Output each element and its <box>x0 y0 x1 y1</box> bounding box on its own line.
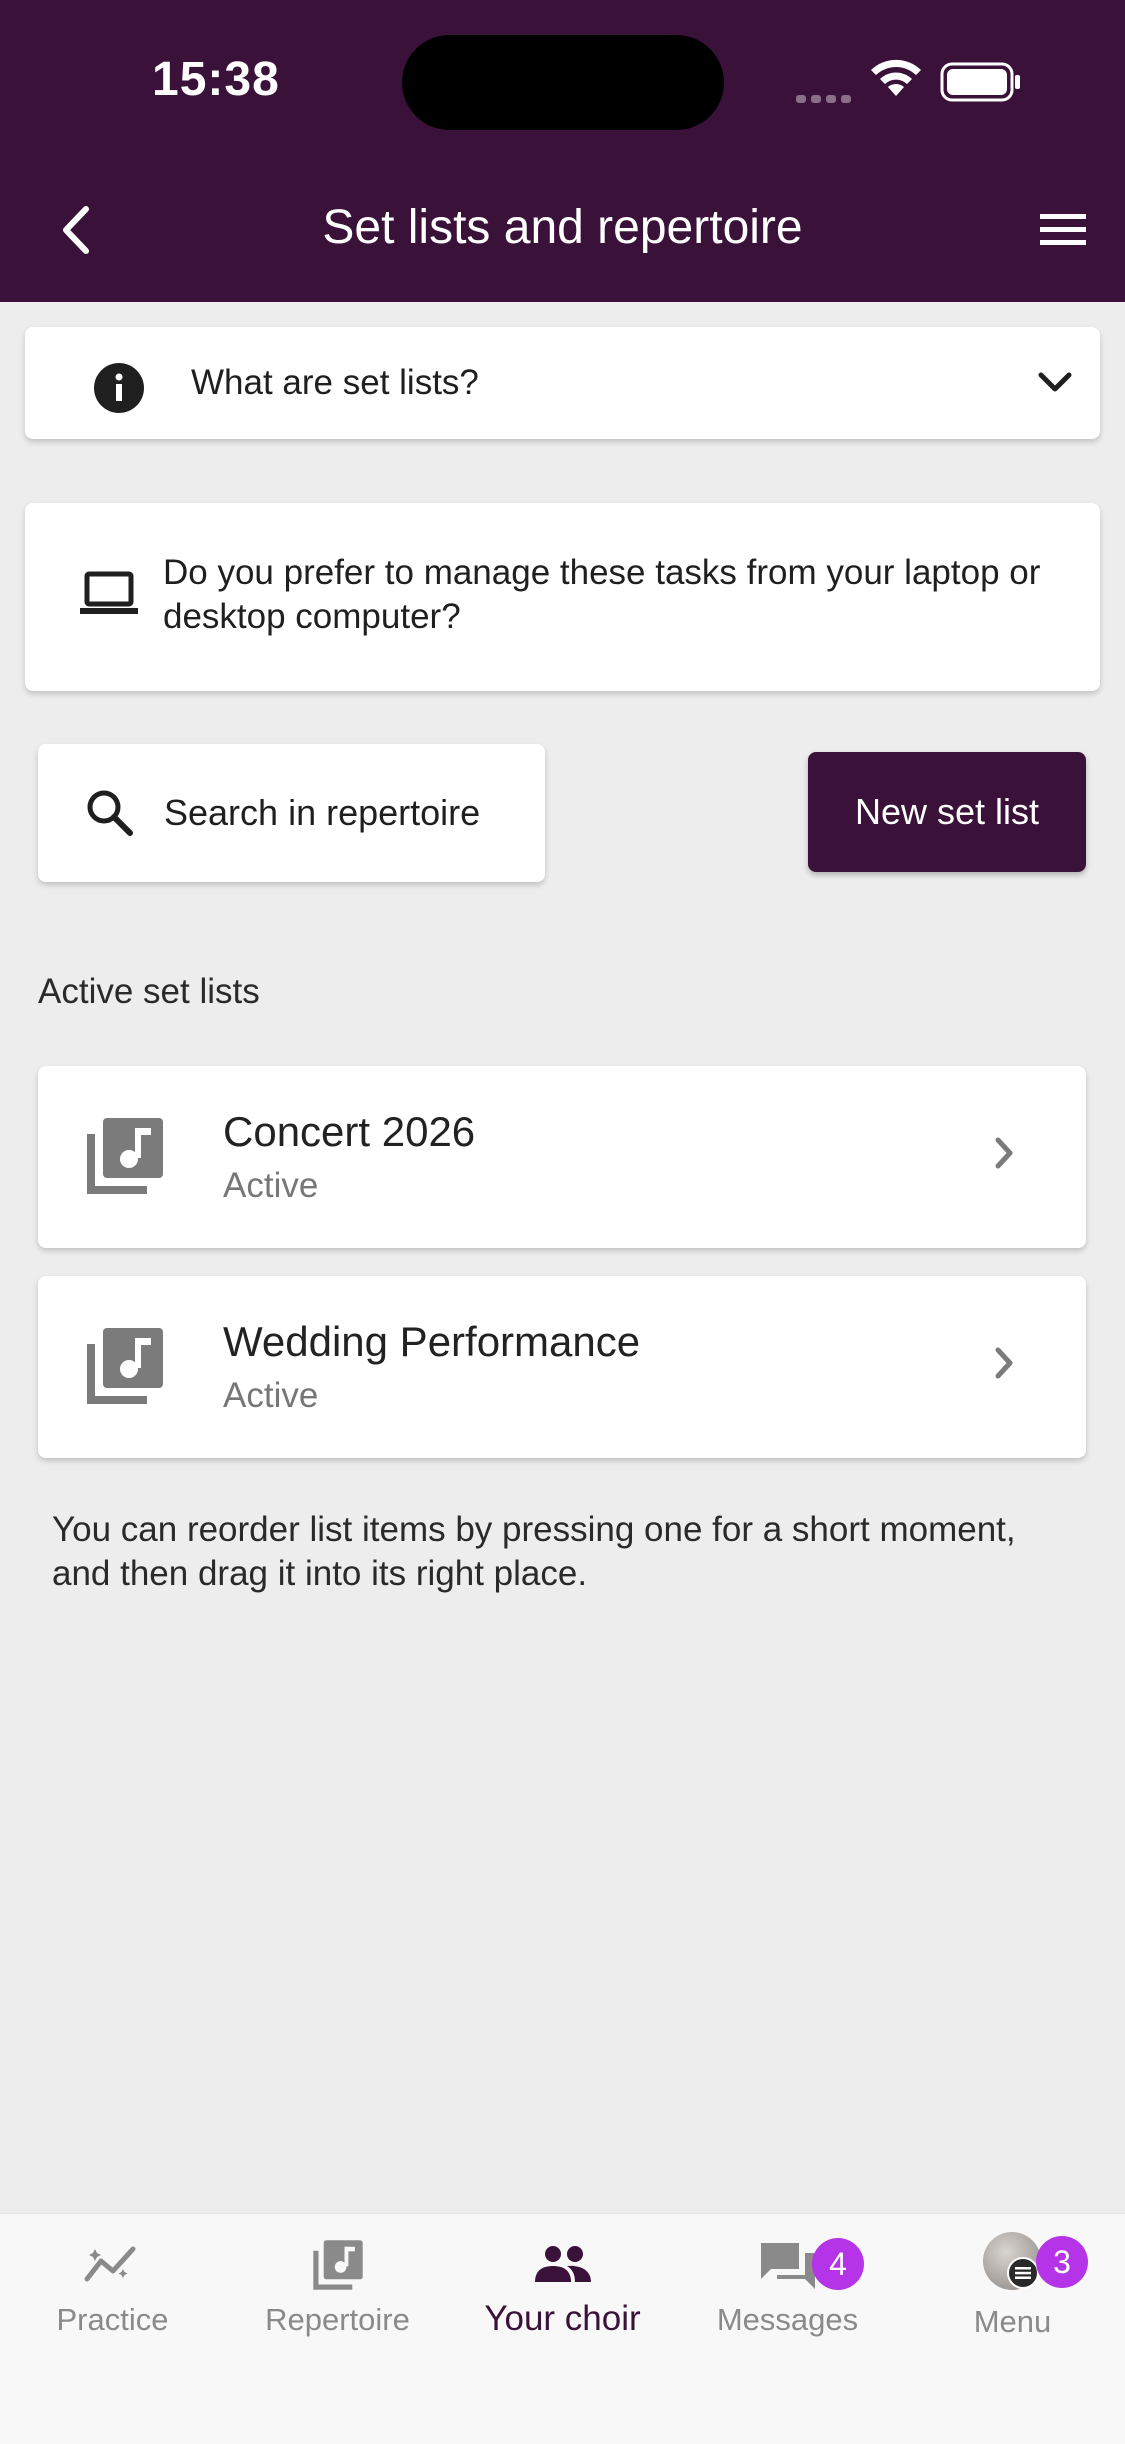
chevron-right-icon <box>995 1347 1013 1379</box>
search-icon <box>87 790 133 836</box>
nav-messages[interactable]: Messages <box>675 2214 900 2364</box>
app-header: 15:38 Set lists and repertoire <box>0 0 1125 302</box>
setlist-name: Concert 2026 <box>223 1108 476 1155</box>
chevron-right-icon <box>995 1137 1013 1169</box>
chat-icon <box>760 2243 815 2289</box>
chevron-down-icon <box>1038 372 1072 392</box>
menu-badge: 3 <box>1036 2236 1088 2288</box>
music-library-icon <box>87 1118 163 1194</box>
nav-label: Menu <box>973 2304 1052 2339</box>
setlist-item-wedding-performance[interactable]: Wedding Performance Active <box>38 1276 1086 1458</box>
active-set-lists-heading: Active set lists <box>38 972 260 1011</box>
info-panel-label: What are set lists? <box>191 363 479 402</box>
nav-label: Practice <box>56 2302 169 2337</box>
search-repertoire-label: Search in repertoire <box>164 792 481 833</box>
trend-icon <box>84 2246 135 2282</box>
nav-your-choir[interactable]: Your choir <box>450 2214 675 2364</box>
people-icon <box>534 2246 591 2282</box>
dynamic-island <box>402 35 724 130</box>
setlist-name: Wedding Performance <box>223 1318 641 1365</box>
nav-label: Your choir <box>484 2299 641 2338</box>
nav-practice[interactable]: Practice <box>0 2214 225 2364</box>
laptop-icon <box>80 571 138 614</box>
battery-icon <box>940 62 1020 102</box>
hamburger-icon <box>1040 214 1086 245</box>
what-are-set-lists-panel[interactable]: What are set lists? <box>25 327 1100 439</box>
messages-badge: 4 <box>812 2238 864 2290</box>
nav-repertoire[interactable]: Repertoire <box>225 2214 450 2364</box>
bottom-navigation: Practice Repertoire Your choir Messages … <box>0 2213 1125 2444</box>
music-library-icon <box>87 1328 163 1404</box>
new-set-list-button[interactable]: New set list <box>808 752 1086 872</box>
music-library-icon <box>312 2240 363 2290</box>
nav-label: Repertoire <box>265 2302 410 2337</box>
reorder-hint: You can reorder list items by pressing o… <box>52 1510 1016 1593</box>
menu-lines-icon <box>1007 2257 1039 2289</box>
status-time: 15:38 <box>152 53 280 106</box>
page-title: Set lists and repertoire <box>322 201 803 254</box>
hamburger-menu-button[interactable] <box>1025 195 1101 265</box>
setlist-status: Active <box>223 1376 319 1415</box>
desktop-suggestion-card[interactable]: Do you prefer to manage these tasks from… <box>25 503 1100 691</box>
setlist-status: Active <box>223 1166 319 1205</box>
nav-label: Messages <box>716 2302 859 2337</box>
info-icon <box>94 363 144 413</box>
signal-dots-icon <box>796 90 856 108</box>
desktop-suggestion-text: Do you prefer to manage these tasks from… <box>163 553 1041 636</box>
wifi-icon <box>871 59 921 96</box>
search-repertoire-button[interactable]: Search in repertoire <box>38 744 545 882</box>
setlist-item-concert-2026[interactable]: Concert 2026 Active <box>38 1066 1086 1248</box>
